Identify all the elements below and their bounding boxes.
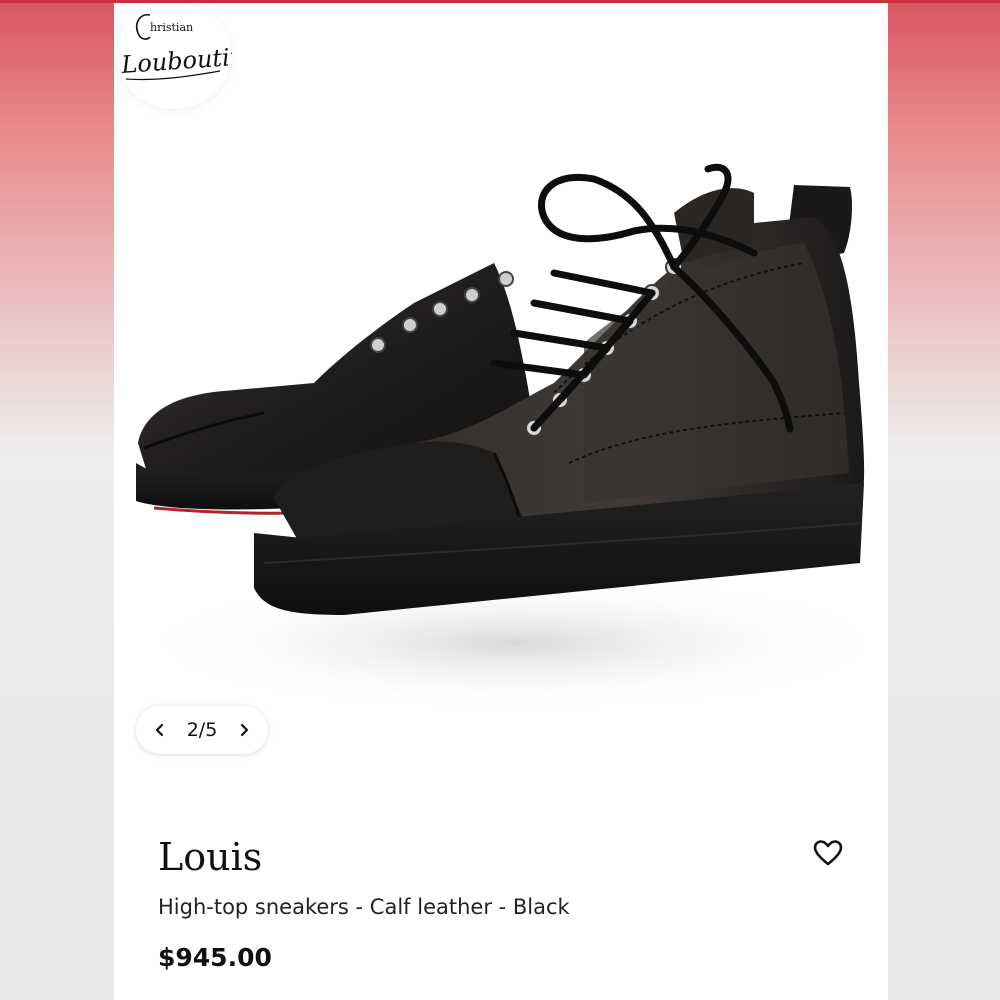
logo-line2: Louboutin	[119, 42, 232, 79]
product-image	[134, 163, 888, 713]
product-image-carousel[interactable]	[114, 3, 888, 793]
chevron-left-icon	[155, 723, 164, 737]
heart-outline-icon	[813, 840, 843, 866]
product-name: Louis	[158, 835, 263, 879]
next-image-button[interactable]	[234, 720, 254, 740]
product-screen: hristian Louboutin 2/5 Louis High-top sn…	[114, 3, 888, 1000]
right-backdrop	[888, 0, 1000, 1000]
gallery-counter: 2/5	[186, 719, 218, 741]
product-description: High-top sneakers - Calf leather - Black	[158, 895, 570, 919]
chevron-right-icon	[240, 723, 249, 737]
logo-line1: hristian	[150, 21, 193, 34]
gallery-pager: 2/5	[136, 706, 268, 754]
brand-logo[interactable]: hristian Louboutin	[116, 3, 246, 109]
brand-logo-signature: hristian Louboutin	[119, 13, 246, 81]
wishlist-button[interactable]	[810, 835, 846, 871]
product-price: $945.00	[158, 943, 272, 972]
left-backdrop	[0, 0, 114, 1000]
previous-image-button[interactable]	[150, 720, 170, 740]
